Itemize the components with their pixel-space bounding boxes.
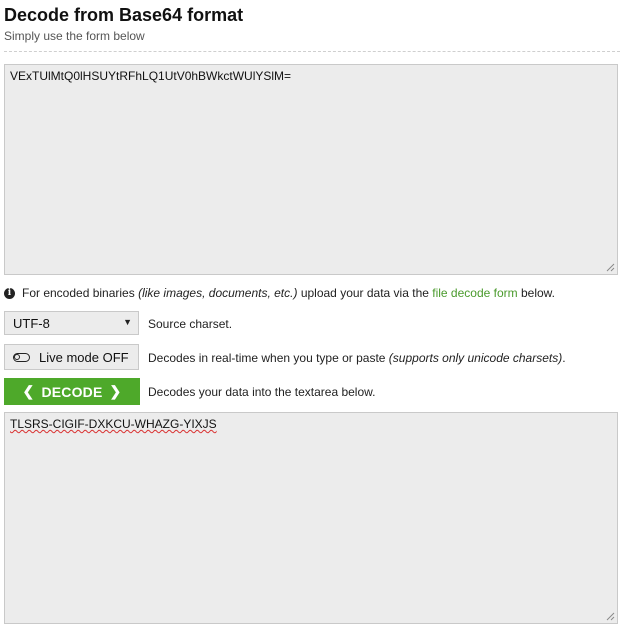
charset-description: Source charset. bbox=[148, 317, 233, 331]
binary-info-row: i For encoded binaries (like images, doc… bbox=[4, 286, 555, 300]
live-mode-label: Live mode OFF bbox=[39, 349, 129, 365]
chevron-right-icon: ❯ bbox=[109, 383, 122, 399]
chevron-left-icon: ❮ bbox=[22, 383, 35, 399]
dropdown-arrow-icon: ▼ bbox=[123, 317, 132, 327]
info-text-before: For encoded binaries bbox=[22, 286, 139, 300]
resize-grip-icon[interactable] bbox=[606, 612, 615, 621]
toggle-off-icon bbox=[13, 352, 30, 362]
live-mode-description-italic: (supports only unicode charsets) bbox=[388, 351, 563, 365]
page-title: Decode from Base64 format bbox=[4, 5, 244, 25]
page-subtitle: Simply use the form below bbox=[4, 29, 145, 43]
charset-selected-value: UTF-8 bbox=[13, 316, 50, 331]
info-text-after: below. bbox=[517, 286, 555, 300]
input-text: VExTUlMtQ0lHSUYtRFhLQ1UtV0hBWkctWUlYSlM= bbox=[10, 69, 292, 83]
header-divider bbox=[4, 51, 620, 52]
live-mode-description: Decodes in real-time when you type or pa… bbox=[148, 351, 566, 365]
charset-select[interactable]: UTF-8 ▼ bbox=[4, 311, 139, 335]
info-text-middle: upload your data via the bbox=[297, 286, 433, 300]
resize-grip-icon[interactable] bbox=[606, 263, 615, 272]
live-mode-toggle-button[interactable]: Live mode OFF bbox=[4, 344, 139, 370]
decode-button[interactable]: ❮ DECODE ❯ bbox=[4, 378, 140, 405]
output-text: TLSRS-CIGIF-DXKCU-WHAZG-YIXJS bbox=[10, 417, 217, 431]
base64-input-textarea[interactable]: VExTUlMtQ0lHSUYtRFhLQ1UtV0hBWkctWUlYSlM= bbox=[4, 64, 618, 275]
info-text-italic: (like images, documents, etc.) bbox=[138, 286, 298, 300]
decode-button-label: DECODE bbox=[41, 383, 103, 400]
info-icon: i bbox=[4, 287, 15, 299]
live-mode-description-text: Decodes in real-time when you type or pa… bbox=[148, 351, 389, 365]
live-mode-description-end: . bbox=[562, 351, 566, 365]
decode-description: Decodes your data into the textarea belo… bbox=[148, 385, 376, 399]
decoded-output-textarea[interactable]: TLSRS-CIGIF-DXKCU-WHAZG-YIXJS bbox=[4, 412, 618, 624]
file-decode-form-link[interactable]: file decode form bbox=[432, 286, 517, 300]
